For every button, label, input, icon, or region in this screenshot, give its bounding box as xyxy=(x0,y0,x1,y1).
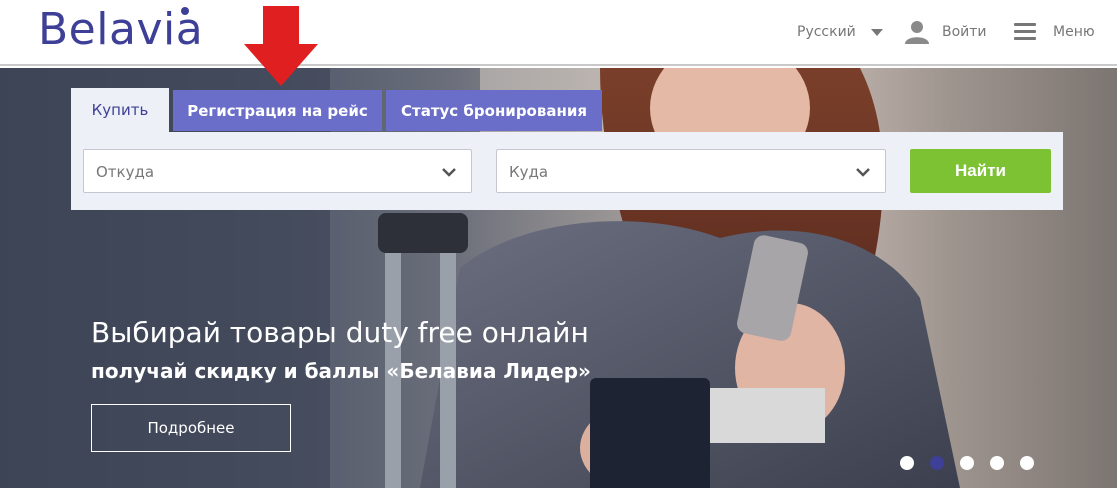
user-icon[interactable] xyxy=(905,20,929,44)
carousel-dot[interactable] xyxy=(900,456,914,470)
logo-text: Belavia xyxy=(38,4,204,55)
destination-placeholder: Куда xyxy=(509,163,549,181)
more-button[interactable]: Подробнее xyxy=(91,404,291,452)
tab-buy[interactable]: Купить xyxy=(71,88,169,132)
chevron-down-icon[interactable] xyxy=(871,29,883,36)
menu-link[interactable]: Меню xyxy=(1053,24,1095,40)
logo-dot-icon xyxy=(181,7,189,15)
hamburger-menu-icon[interactable] xyxy=(1014,23,1036,41)
origin-select[interactable]: Откуда xyxy=(83,149,472,193)
tab-check-in[interactable]: Регистрация на рейс xyxy=(173,90,382,131)
chevron-down-icon xyxy=(856,168,870,177)
promo-subtitle: получай скидку и баллы «Белавиа Лидер» xyxy=(91,359,591,383)
login-link[interactable]: Войти xyxy=(942,24,987,40)
red-arrow-icon xyxy=(244,6,318,86)
find-button[interactable]: Найти xyxy=(910,149,1051,193)
origin-placeholder: Откуда xyxy=(96,163,155,181)
chevron-down-icon xyxy=(442,168,456,177)
language-selector[interactable]: Русский xyxy=(797,24,856,40)
carousel-dot[interactable] xyxy=(1020,456,1034,470)
carousel-dot[interactable] xyxy=(990,456,1004,470)
carousel-dot-active[interactable] xyxy=(930,456,944,470)
destination-select[interactable]: Куда xyxy=(496,149,886,193)
promo-title: Выбирай товары duty free онлайн xyxy=(91,316,589,349)
site-header: Belavia Русский Войти Меню xyxy=(0,0,1117,66)
search-panel: Откуда Куда Найти xyxy=(71,132,1063,210)
belavia-logo[interactable]: Belavia xyxy=(38,4,204,55)
tab-booking-status[interactable]: Статус бронирования xyxy=(386,90,602,131)
carousel-dot[interactable] xyxy=(960,456,974,470)
